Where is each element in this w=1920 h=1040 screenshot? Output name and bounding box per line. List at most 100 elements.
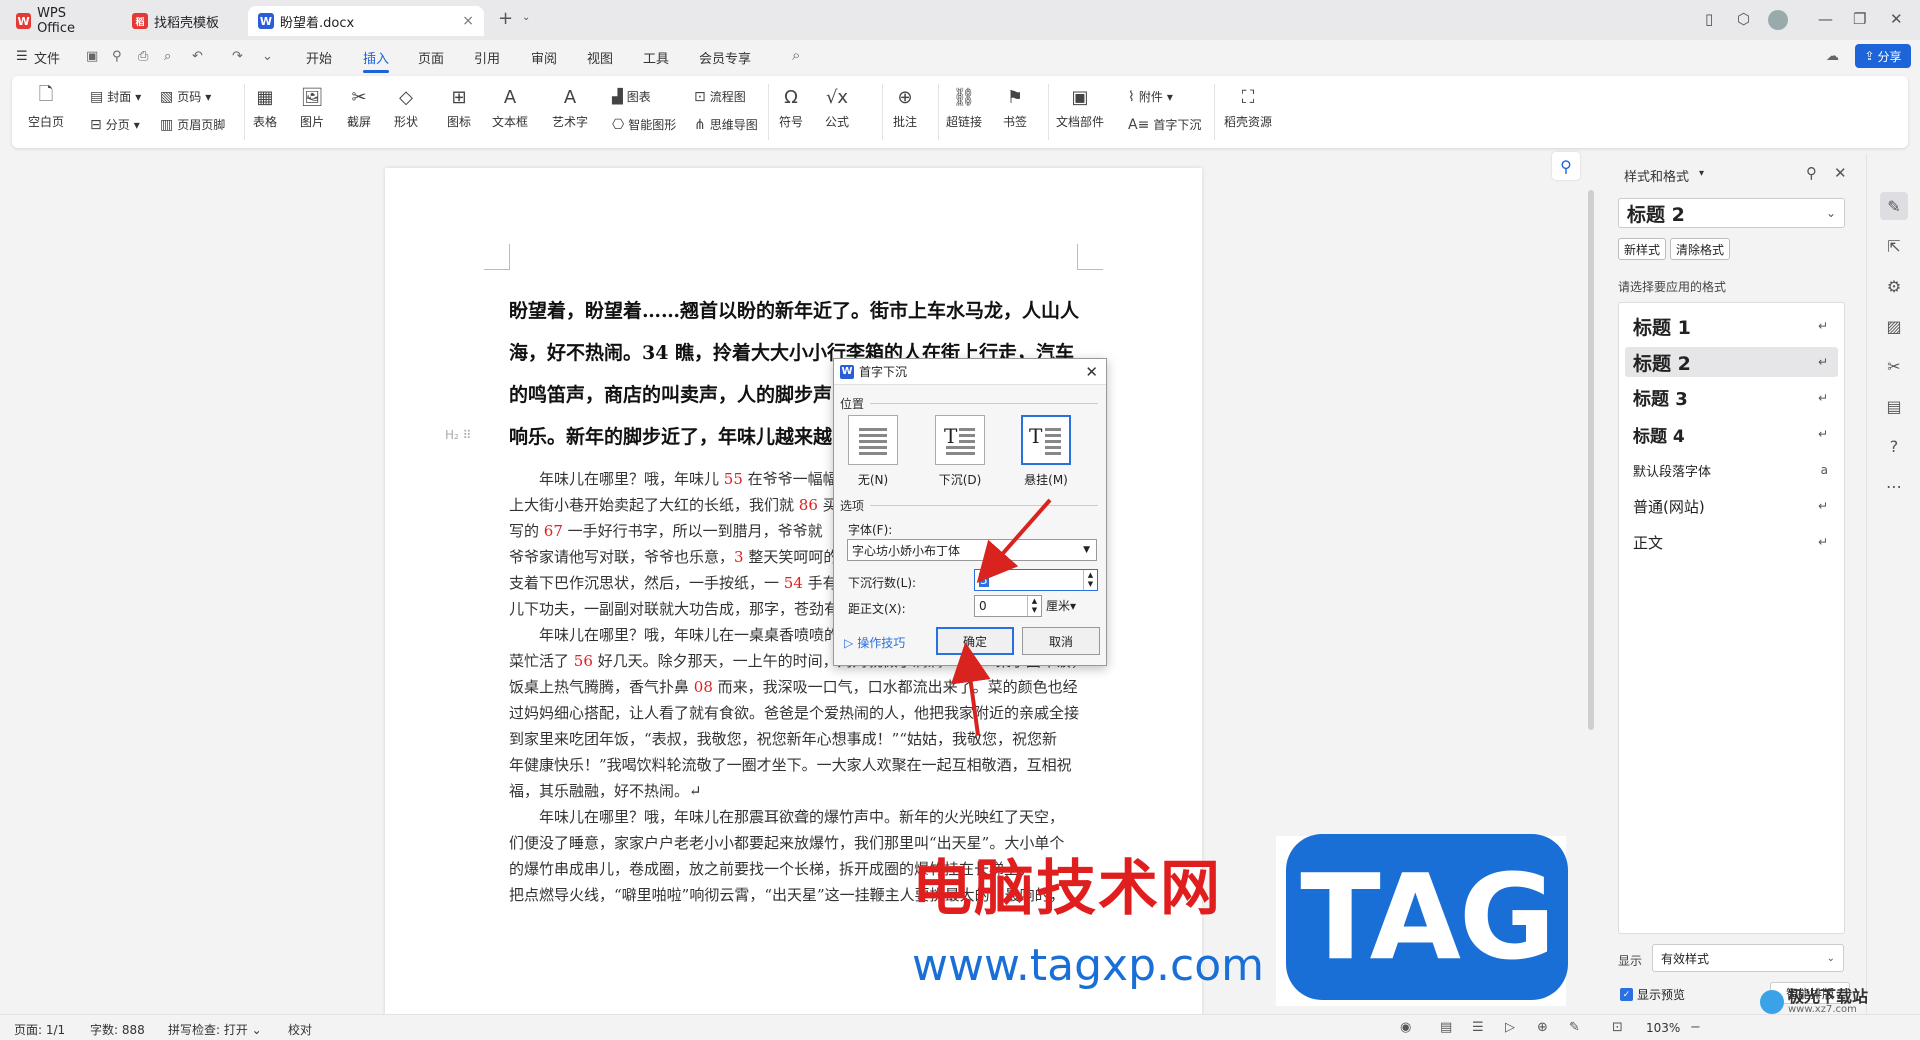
position-none-option[interactable] — [848, 415, 898, 465]
format-icon[interactable]: ▨ — [1880, 312, 1908, 340]
cover-button[interactable]: ▤ 封面 ▾ — [90, 88, 141, 105]
page-view-icon[interactable]: ▤ — [1440, 1020, 1452, 1035]
close-tab-icon[interactable]: × — [462, 13, 474, 29]
page-count[interactable]: 页面: 1/1 — [14, 1021, 65, 1038]
position-none-label[interactable]: 无(N) — [838, 471, 908, 488]
heading-line-1[interactable]: 盼望着，盼望着……翘首以盼的新年近了。街市上车水马龙，人山人 — [509, 296, 1079, 323]
position-margin-option[interactable]: T — [1021, 415, 1071, 465]
style-item[interactable]: 标题 2 ↵ — [1625, 347, 1838, 377]
search-icon[interactable]: ⌕ — [792, 46, 800, 64]
menu-insert[interactable]: 插入 — [363, 48, 389, 67]
hamburger-icon[interactable]: ☰ — [16, 49, 28, 64]
distance-stepper[interactable]: 0 ▲ ▼ — [974, 595, 1042, 617]
web-view-icon[interactable]: ⊕ — [1537, 1020, 1548, 1035]
tips-link[interactable]: ▷ 操作技巧 — [844, 634, 905, 651]
distance-unit-select[interactable]: 厘米▾ — [1046, 597, 1076, 614]
eye-icon[interactable]: ◉ — [1400, 1020, 1411, 1035]
body-line[interactable]: 写的 67 一手好行书字，所以一到腊月，爷爷就 — [509, 520, 823, 541]
outline-view-icon[interactable]: ☰ — [1472, 1020, 1484, 1035]
body-line[interactable]: 年健康快乐！”我喝饮料轮流敬了一圈才坐下。一大家人欢聚在一起互相敬酒，互相祝 — [509, 754, 1072, 775]
chart-button[interactable]: ▟ 图表 — [612, 88, 651, 105]
style-item[interactable]: 标题 3 ↵ — [1625, 383, 1838, 413]
bookmark-button[interactable]: ⚑ 书签 — [1002, 84, 1028, 130]
doc-parts-button[interactable]: ▣ 文档部件 — [1056, 84, 1104, 130]
attachment-button[interactable]: ⌇ 附件 ▾ — [1128, 88, 1173, 105]
cancel-button[interactable]: 取消 — [1022, 627, 1100, 655]
clear-format-button[interactable]: 清除格式 — [1670, 238, 1731, 260]
scrollbar-thumb[interactable] — [1588, 190, 1594, 730]
menu-tools[interactable]: 工具 — [643, 48, 669, 67]
new-style-button[interactable]: 新样式 — [1618, 238, 1667, 260]
screenshot-button[interactable]: ✂ 截屏 — [346, 84, 372, 130]
position-margin-label[interactable]: 悬挂(M) — [1011, 471, 1081, 488]
layout-icon[interactable]: ▯ — [1705, 10, 1713, 28]
blank-page-button[interactable]: 🗋 空白页 — [28, 84, 64, 130]
mindmap-button[interactable]: ⋔ 思维导图 — [694, 116, 758, 133]
stepper-arrows-icon[interactable]: ▲ ▼ — [1027, 596, 1041, 616]
body-line[interactable]: 支着下巴作沉思状，然后，一手按纸，一 54 手有 — [509, 572, 838, 593]
tab-document[interactable]: W 盼望着.docx × — [248, 6, 484, 36]
daoke-resources-button[interactable]: ⛶ 稻壳资源 — [1224, 84, 1272, 130]
shape-button[interactable]: ◇ 形状 — [393, 84, 419, 130]
formula-button[interactable]: √x 公式 — [824, 84, 850, 130]
menu-reference[interactable]: 引用 — [474, 48, 500, 67]
cube-icon[interactable]: ⬡ — [1737, 10, 1750, 28]
print-icon[interactable]: ⎙ — [138, 49, 148, 64]
wordart-button[interactable]: A 艺术字 — [552, 84, 588, 130]
symbol-button[interactable]: Ω 符号 — [778, 84, 804, 130]
hyperlink-button[interactable]: ⛓ 超链接 — [946, 84, 982, 130]
style-item[interactable]: 正文 ↵ — [1625, 527, 1838, 557]
tab-daoke-templates[interactable]: 稻 找稻壳模板 — [122, 6, 240, 36]
share-button[interactable]: ⇪ 分享 — [1855, 44, 1911, 68]
restore-icon[interactable]: ❐ — [1853, 10, 1866, 28]
drop-cap-button[interactable]: A≡ 首字下沉 — [1128, 116, 1201, 133]
title-chevron-icon[interactable]: ▾ — [1699, 168, 1704, 179]
save-icon[interactable]: ▣ — [86, 49, 98, 64]
page-number-button[interactable]: ▧ 页码 ▾ — [160, 88, 211, 105]
close-icon[interactable]: ✕ — [1834, 164, 1847, 182]
body-line[interactable]: 儿下功夫，一副副对联就大功告成，那字，苍劲有 — [509, 598, 839, 619]
help-icon[interactable]: ? — [1880, 432, 1908, 460]
panel-title[interactable]: 样式和格式 — [1624, 166, 1689, 185]
heading-line-4[interactable]: 响乐。新年的脚步近了，年味儿越来越 — [509, 422, 832, 449]
close-window-icon[interactable]: ✕ — [1890, 10, 1903, 28]
more-icon[interactable]: ⋯ — [1880, 472, 1908, 500]
menu-view[interactable]: 视图 — [587, 48, 613, 67]
body-line[interactable]: 年味儿在哪里？哦，年味儿在那震耳欲聋的爆竹声中。新年的火光映红了天空， — [509, 806, 1064, 827]
adjust-sliders-icon[interactable]: ⚙ — [1880, 272, 1908, 300]
fit-width-icon[interactable]: ⊡ — [1612, 1020, 1623, 1035]
play-icon[interactable]: ▷ — [1505, 1020, 1515, 1035]
minimize-icon[interactable]: — — [1818, 10, 1833, 28]
body-line[interactable]: 福，其乐融融，好不热闹。↵ — [509, 780, 702, 801]
body-line[interactable]: 爷爷家请他写对联，爷爷也乐意，3 整天笑呵呵的 — [509, 546, 838, 567]
zoom-level[interactable]: 103% — [1646, 1021, 1680, 1035]
menu-review[interactable]: 审阅 — [531, 48, 557, 67]
heading-level-marker[interactable]: H₂ ⠿ — [445, 428, 471, 442]
position-drop-option[interactable]: T — [935, 415, 985, 465]
font-select[interactable]: 字心坊小娇小布丁体 ▼ — [847, 539, 1097, 561]
stepper-arrows-icon[interactable]: ▲ ▼ — [1083, 570, 1097, 590]
body-line[interactable]: 上大街小巷开始卖起了大红的长纸，我们就 86 买 — [509, 494, 838, 515]
pen-icon[interactable]: ✎ — [1569, 1020, 1580, 1035]
menu-file[interactable]: 文件 — [34, 48, 60, 67]
icon-button[interactable]: ⊞ 图标 — [446, 84, 472, 130]
style-item[interactable]: 默认段落字体 a — [1625, 455, 1838, 485]
smart-shape-button[interactable]: ⎔ 智能图形 — [612, 116, 676, 133]
more-chevron-icon[interactable]: ⌄ — [262, 49, 273, 64]
ok-button[interactable]: 确定 — [936, 627, 1014, 655]
style-item[interactable]: 标题 4 ↵ — [1625, 419, 1838, 449]
new-tab-button[interactable]: + — [498, 8, 513, 29]
redo-icon[interactable]: ↷ — [232, 49, 243, 64]
picture-button[interactable]: 🖼 图片 — [299, 84, 325, 130]
position-drop-label[interactable]: 下沉(D) — [925, 471, 995, 488]
display-select[interactable]: 有效样式 ⌄ — [1652, 944, 1844, 972]
table-button[interactable]: ▦ 表格 — [252, 84, 278, 130]
style-item[interactable]: 普通(网站) ↵ — [1625, 491, 1838, 521]
flowchart-button[interactable]: ⊡ 流程图 — [694, 88, 746, 105]
tab-list-chevron-icon[interactable]: ⌄ — [522, 12, 530, 23]
body-line[interactable]: 过妈妈细心搭配，让人看了就有食欲。爸爸是个爱热闹的人，他把我家附近的亲戚全接 — [509, 702, 1079, 723]
proofread[interactable]: 校对 — [288, 1021, 312, 1038]
word-count[interactable]: 字数: 888 — [90, 1021, 145, 1038]
menu-page[interactable]: 页面 — [418, 48, 444, 67]
format-painter-icon[interactable]: ⚲ — [112, 49, 122, 64]
